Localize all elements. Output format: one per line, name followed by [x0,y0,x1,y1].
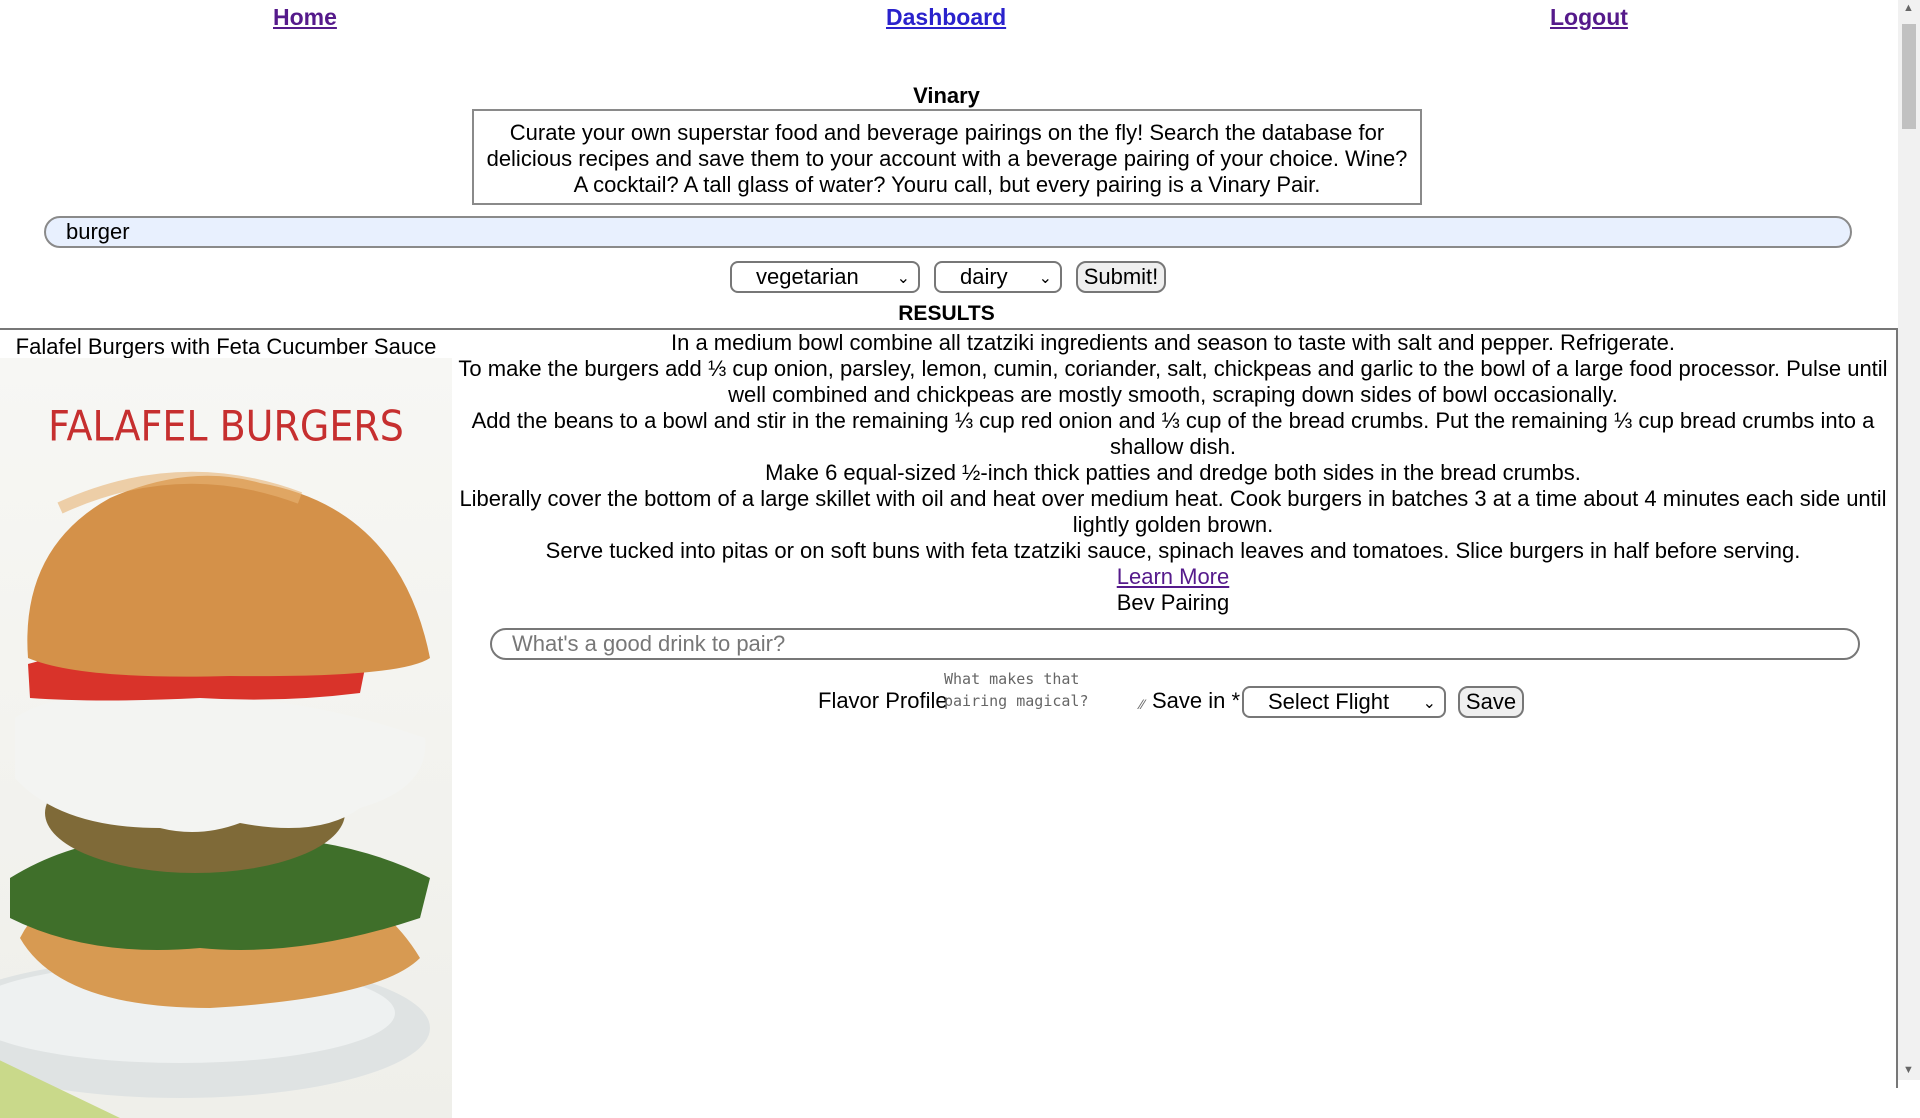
instruction-step: Serve tucked into pitas or on soft buns … [545,538,1801,563]
chevron-down-icon: ⌄ [1038,270,1052,287]
top-nav: Home Dashboard Logout [0,0,1898,40]
recipe-instructions: In a medium bowl combine all tzatziki in… [458,330,1888,616]
scroll-down-icon[interactable]: ▼ [1903,1064,1914,1076]
nav-home-link[interactable]: Home [273,4,337,31]
submit-button[interactable]: Submit! [1076,261,1166,293]
resize-grip-icon[interactable]: ⁄⁄ [1140,696,1145,712]
flight-select[interactable]: Select Flight ⌄ [1242,686,1446,718]
app-title: Vinary [913,83,980,108]
instruction-step: Add the beans to a bowl and stir in the … [471,408,1875,459]
instruction-step: In a medium bowl combine all tzatziki in… [671,330,1675,355]
burger-illustration [0,471,431,1118]
nav-logout-link[interactable]: Logout [1550,4,1628,31]
results-heading: RESULTS [898,302,995,325]
save-in-label: Save in * [1152,688,1241,713]
diet-select-value: vegetarian [756,264,859,289]
results-panel: Falafel Burgers with Feta Cucumber Sauce… [0,328,1898,1118]
diet-select[interactable]: vegetarian ⌄ [730,261,920,293]
flight-select-value: Select Flight [1268,689,1390,714]
app-description: Curate your own superstar food and bever… [472,109,1422,205]
learn-more-link[interactable]: Learn More [1117,564,1230,589]
page-scrollbar[interactable]: ▲ ▼ [1898,0,1920,1080]
recipe-image: FALAFEL BURGERS [0,358,452,1118]
recipe-search-input[interactable] [44,216,1852,248]
intolerance-select[interactable]: dairy ⌄ [934,261,1062,293]
instruction-step: Liberally cover the bottom of a large sk… [459,486,1887,537]
chevron-down-icon: ⌄ [896,270,910,287]
instruction-step: Make 6 equal-sized ½-inch thick patties … [765,460,1581,485]
scrollbar-thumb[interactable] [1902,24,1916,129]
recipe-title: Falafel Burgers with Feta Cucumber Sauce [15,334,437,359]
nav-dashboard-link[interactable]: Dashboard [886,4,1006,31]
scroll-up-icon[interactable]: ▲ [1903,2,1914,14]
search-controls: vegetarian ⌄ dairy ⌄ Submit! [0,261,1893,295]
drink-pairing-input[interactable] [490,628,1860,660]
flavor-profile-textarea[interactable] [942,666,1146,716]
intolerance-select-value: dairy [960,264,1008,289]
instruction-step: To make the burgers add ⅓ cup onion, par… [458,356,1888,407]
chevron-down-icon: ⌄ [1422,695,1436,712]
bev-pairing-label: Bev Pairing [1116,590,1230,615]
page: Home Dashboard Logout Vinary Curate your… [0,0,1898,1118]
flavor-profile-label: Flavor Profile [818,688,948,713]
save-button[interactable]: Save [1458,686,1524,718]
